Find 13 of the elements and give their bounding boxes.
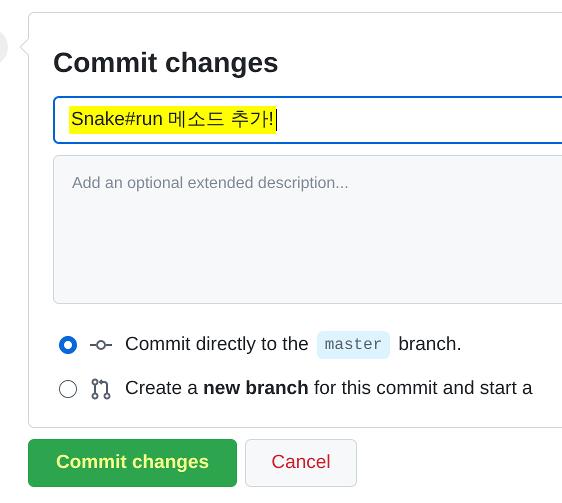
commit-icon: [89, 338, 113, 352]
cancel-button[interactable]: Cancel: [245, 439, 357, 487]
dialog-title: Commit changes: [53, 46, 280, 80]
commit-message-field[interactable]: Snake#run 메소드 추가!: [53, 96, 562, 144]
branch-name: master: [316, 331, 390, 359]
radio-button[interactable]: [59, 380, 77, 398]
option-label: branch.: [398, 332, 462, 357]
option-label: Commit directly to the: [125, 332, 309, 357]
radio-button[interactable]: [59, 336, 77, 354]
pull-request-icon: [91, 378, 111, 400]
option-label: Create a new branch for this commit and start a: [125, 376, 533, 401]
description-field[interactable]: Add an optional extended description...: [53, 155, 562, 304]
commit-changes-button[interactable]: Commit changes: [28, 439, 237, 487]
